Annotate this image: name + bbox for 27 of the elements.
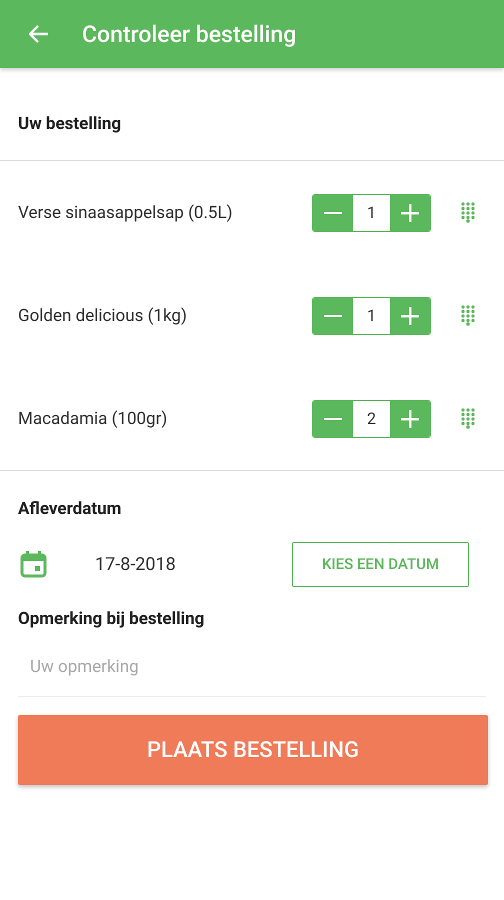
section-heading: Opmerking bij bestelling [17,609,206,629]
increase-button[interactable] [390,194,430,230]
screen-title: Controleer bestelling [82,20,296,48]
drag-handle-icon[interactable] [460,408,474,429]
place-order-button[interactable]: PLAATS BESTELLING [18,715,488,785]
minus-icon [324,314,342,316]
product-name: Macadamia (100gr) [18,408,168,428]
increase-button[interactable] [390,298,430,334]
back-arrow-icon [29,25,49,43]
increase-button[interactable] [390,400,430,436]
minus-icon [324,212,342,214]
decrease-button[interactable] [313,298,353,334]
product-name: Verse sinaasappelsap (0.5L) [18,202,234,222]
plus-icon [401,410,419,428]
drag-handle-icon[interactable] [460,202,474,223]
product-name: Golden delicious (1kg) [18,306,188,326]
plus-icon [401,204,419,222]
plus-icon [401,306,419,324]
decrease-button[interactable] [313,194,353,230]
calendar-icon [20,550,47,578]
delivery-date: 17-8-2018 [95,554,177,574]
decrease-button[interactable] [313,400,353,436]
minus-icon [324,418,342,420]
section-heading: Afleverdatum [17,498,122,519]
pick-date-button[interactable]: KIES EEN DATUM [292,542,469,586]
section-heading: Uw bestelling [17,113,122,136]
drag-handle-icon[interactable] [460,305,474,326]
